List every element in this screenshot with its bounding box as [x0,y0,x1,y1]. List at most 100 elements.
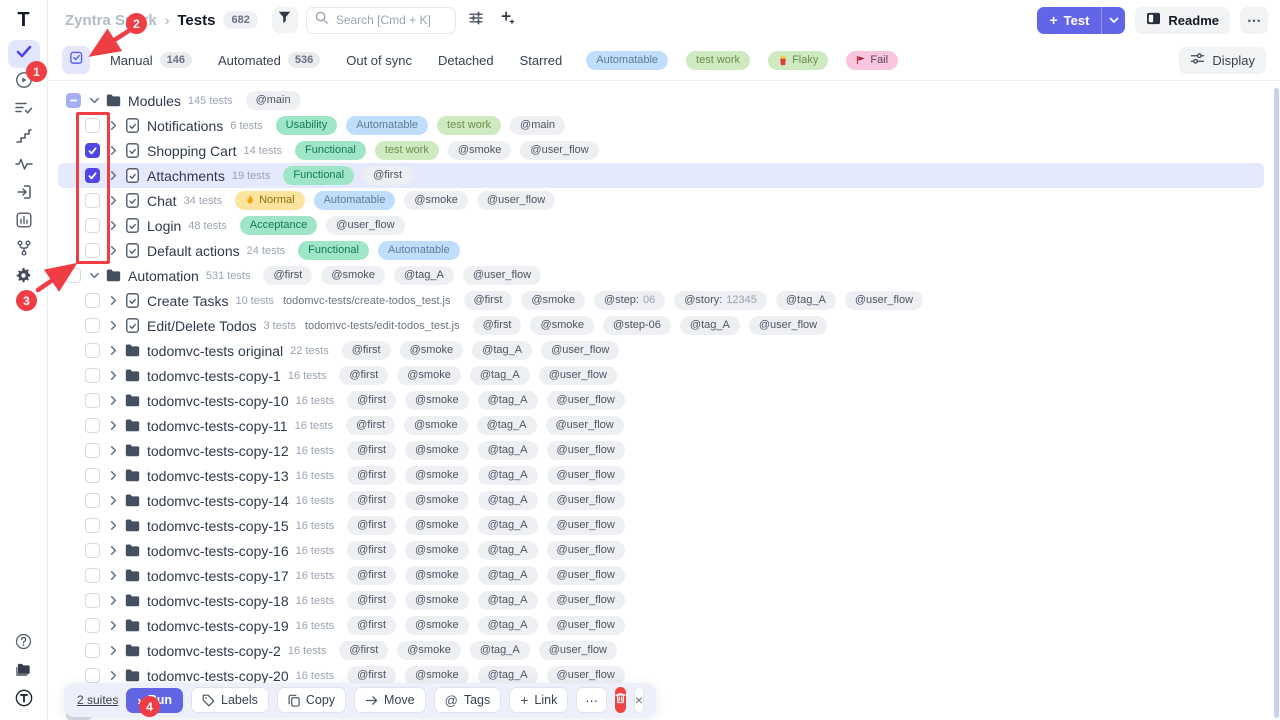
copy-button[interactable]: Copy [277,687,346,713]
chevron-right-icon[interactable] [106,320,120,331]
chevron-right-icon[interactable] [106,245,120,256]
row-badge[interactable]: @step: 06 [594,291,665,310]
sidebar-item-steps[interactable] [8,124,40,152]
chevron-right-icon[interactable] [106,420,120,431]
row-badge[interactable]: @smoke [405,441,469,460]
suite-name[interactable]: todomvc-tests-copy-11 [147,418,288,434]
close-selection-button[interactable]: × [634,687,644,713]
row-badge[interactable]: @user_flow [547,516,625,535]
row-badge[interactable]: @smoke [405,591,469,610]
row-badge[interactable]: @tag_A [478,516,538,535]
row-checkbox[interactable] [85,643,100,658]
chevron-right-icon[interactable] [106,170,120,181]
row-badge[interactable]: @tag_A [776,291,836,310]
bulk-select-mode-button[interactable] [62,46,90,74]
chevron-right-icon[interactable] [106,520,120,531]
bulk-more-button[interactable]: ⋯ [576,687,607,713]
suite-name[interactable]: todomvc-tests-copy-17 [147,568,289,584]
link-button[interactable]: +Link [509,687,568,713]
row-badge[interactable]: @tag_A [478,441,538,460]
chevron-right-icon[interactable] [106,595,120,606]
chevron-right-icon[interactable] [106,195,120,206]
chevron-right-icon[interactable] [106,120,120,131]
row-checkbox[interactable] [85,168,100,183]
row-checkbox[interactable] [85,243,100,258]
row-badge[interactable]: @tag_A [472,341,532,360]
suite-name[interactable]: todomvc-tests-copy-1 [147,368,281,384]
run-button[interactable]: › Run [126,688,183,713]
row-badge[interactable]: @first [346,416,395,435]
chevron-right-icon[interactable] [106,570,120,581]
row-badge[interactable]: @smoke [405,466,469,485]
tree-row[interactable]: todomvc-tests-copy-1316 tests@first@smok… [58,463,1264,488]
display-button[interactable]: Display [1179,47,1266,74]
filter-pill-test-work[interactable]: test work [686,51,750,70]
new-test-dropdown[interactable] [1101,7,1125,34]
row-badge[interactable]: @first [347,616,396,635]
suite-name[interactable]: Login [147,218,181,234]
filter-detached[interactable]: Detached [438,53,494,68]
tree-row[interactable]: todomvc-tests-copy-1916 tests@first@smok… [58,613,1264,638]
tree-row[interactable]: todomvc-tests-copy-1816 tests@first@smok… [58,588,1264,613]
row-checkbox[interactable] [85,618,100,633]
row-checkbox[interactable] [85,318,100,333]
breadcrumb-project[interactable]: Zyntra Spark [65,12,157,29]
row-badge[interactable]: @tag_A [394,266,454,285]
labels-button[interactable]: Labels [191,687,269,713]
search-box[interactable] [306,7,456,34]
row-badge[interactable]: @smoke [521,291,585,310]
row-checkbox[interactable] [85,668,100,683]
row-badge[interactable]: @first [347,541,396,560]
suite-name[interactable]: todomvc-tests-copy-12 [147,443,289,459]
row-badge[interactable]: @tag_A [478,541,538,560]
vertical-scrollbar[interactable] [1274,88,1279,718]
row-badge[interactable]: Functional [283,166,354,185]
sidebar-item-help[interactable] [8,630,40,658]
row-badge[interactable]: Normal [235,191,304,210]
row-badge[interactable]: @first [339,366,388,385]
row-checkbox[interactable] [85,293,100,308]
tree-row[interactable]: Login48 testsAcceptance@user_flow [58,213,1264,238]
sidebar-item-chart[interactable] [8,208,40,236]
filter-automated[interactable]: Automated536 [218,52,320,68]
tree-row[interactable]: todomvc-tests-copy-116 tests@first@smoke… [58,363,1264,388]
row-badge[interactable]: @first [464,291,513,310]
suite-name[interactable]: todomvc-tests-copy-16 [147,543,289,559]
row-badge[interactable]: @first [347,391,396,410]
suite-name[interactable]: Create Tasks [147,293,228,309]
row-badge[interactable]: @tag_A [680,316,740,335]
chevron-right-icon[interactable] [106,670,120,681]
row-badge[interactable]: Automatable [314,191,396,210]
row-badge[interactable]: Functional [298,241,369,260]
tree-row[interactable]: todomvc-tests-copy-216 tests@first@smoke… [58,638,1264,663]
row-badge[interactable]: @user_flow [547,541,625,560]
tree-row[interactable]: Attachments19 testsFunctional@first [58,163,1264,188]
tree-row[interactable]: todomvc-tests-copy-1616 tests@first@smok… [58,538,1264,563]
chevron-right-icon[interactable] [106,620,120,631]
suite-name[interactable]: Automation [128,268,199,284]
row-badge[interactable]: @tag_A [470,641,530,660]
row-badge[interactable]: @first [347,491,396,510]
row-badge[interactable]: @first [342,341,391,360]
tree-row[interactable]: Modules145 tests@main [58,88,1264,113]
row-badge[interactable]: @tag_A [478,391,538,410]
row-badge[interactable]: @user_flow [749,316,827,335]
row-badge[interactable]: @tag_A [478,491,538,510]
row-badge[interactable]: @user_flow [463,266,541,285]
row-badge[interactable]: @smoke [404,191,468,210]
sidebar-item-play-circle[interactable] [8,68,40,96]
row-checkbox[interactable] [66,268,81,283]
tree-row[interactable]: todomvc-tests-copy-1116 tests@first@smok… [58,413,1264,438]
row-badge[interactable]: @main [246,91,301,110]
row-checkbox[interactable] [85,218,100,233]
row-badge[interactable]: Usability [276,116,338,135]
suite-name[interactable]: todomvc-tests-copy-15 [147,518,289,534]
tree-row[interactable]: Automation531 tests@first@smoke@tag_A@us… [58,263,1264,288]
row-badge[interactable]: @tag_A [478,616,538,635]
row-badge[interactable]: @tag_A [477,416,537,435]
suite-name[interactable]: Edit/Delete Todos [147,318,256,334]
sidebar-item-gear[interactable] [8,264,40,292]
row-badge[interactable]: @user_flow [547,391,625,410]
suite-name[interactable]: todomvc-tests original [147,343,283,359]
row-checkbox[interactable] [85,518,100,533]
